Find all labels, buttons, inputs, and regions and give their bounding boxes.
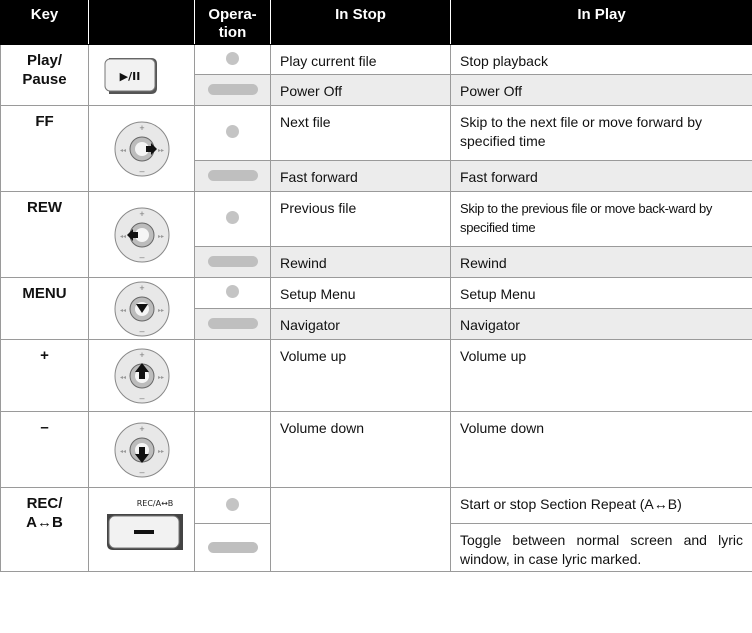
menu-long-stop: Navigator — [270, 308, 451, 340]
key-operation-table: Key Opera- tion In Stop In Play Play/ Pa… — [0, 0, 752, 572]
key-minus: – — [0, 411, 89, 488]
long-press-bar-icon — [194, 246, 271, 278]
volume-up-row: + + – ◂◂ ▸▸ Volume up Volume up — [0, 339, 752, 412]
long-press-bar-icon — [194, 74, 271, 106]
rec-short-row: REC/ A↔B REC/A↔B Start or stop Section R… — [0, 487, 752, 572]
svg-text:◂◂: ◂◂ — [120, 234, 126, 240]
menu-long-play: Navigator — [450, 308, 752, 340]
svg-text:+: + — [139, 123, 144, 133]
ff-short-row: FF + – ◂◂ ▸▸ Next file Skip to the next … — [0, 105, 752, 192]
volume-down-row: – + – ◂◂ ▸▸ Volume down Volume down — [0, 411, 752, 488]
volume-down-play: Volume down — [450, 411, 752, 488]
long-press-bar-icon — [194, 523, 271, 572]
svg-text:▸▸: ▸▸ — [158, 148, 164, 154]
operation-empty — [194, 411, 271, 488]
operation-empty — [194, 339, 271, 412]
svg-text:▸▸: ▸▸ — [158, 375, 164, 381]
svg-text:◂◂: ◂◂ — [120, 308, 126, 314]
svg-text:+: + — [139, 209, 144, 219]
short-press-dot-icon — [194, 277, 271, 309]
header-row: Key Opera- tion In Stop In Play — [0, 0, 752, 45]
play-pause-button-illustration: ▶/II — [88, 44, 195, 106]
key-ff: FF — [0, 105, 89, 192]
svg-text:–: – — [139, 467, 144, 477]
rew-long-play: Rewind — [450, 246, 752, 278]
rew-long-stop: Rewind — [270, 246, 451, 278]
rec-short-play: Start or stop Section Repeat (A↔B) — [450, 487, 752, 524]
rew-short-play: Skip to the previous file or move back-w… — [450, 191, 752, 247]
svg-text:◂◂: ◂◂ — [120, 375, 126, 381]
jog-dial-rew-illustration: + – ◂◂ ▸▸ — [88, 191, 195, 278]
jog-dial-up-illustration: + – ◂◂ ▸▸ — [88, 339, 195, 412]
ff-long-play: Fast forward — [450, 160, 752, 192]
rec-long-play: Toggle between normal screen and lyric w… — [450, 523, 752, 572]
rec-button-illustration: REC/A↔B — [88, 487, 195, 572]
ff-short-stop: Next file — [270, 105, 451, 161]
short-press-dot-icon — [194, 105, 271, 161]
svg-text:–: – — [139, 326, 144, 336]
menu-short-stop: Setup Menu — [270, 277, 451, 309]
key-menu: MENU — [0, 277, 89, 340]
svg-text:–: – — [139, 393, 144, 403]
svg-text:▸▸: ▸▸ — [158, 449, 164, 455]
play-pause-long-play: Power Off — [450, 74, 752, 106]
header-operation: Opera- tion — [194, 0, 271, 45]
ff-short-play: Skip to the next file or move forward by… — [450, 105, 752, 161]
menu-short-play: Setup Menu — [450, 277, 752, 309]
key-play-pause: Play/ Pause — [0, 44, 89, 106]
svg-text:–: – — [139, 252, 144, 262]
header-icon — [88, 0, 195, 45]
jog-dial-down-illustration: + – ◂◂ ▸▸ — [88, 411, 195, 488]
svg-text:▸▸: ▸▸ — [158, 234, 164, 240]
svg-text:▸▸: ▸▸ — [158, 308, 164, 314]
volume-up-play: Volume up — [450, 339, 752, 412]
long-press-bar-icon — [194, 308, 271, 340]
play-pause-short-row: Play/ Pause ▶/II Play current file Stop … — [0, 44, 752, 106]
header-in-stop: In Stop — [270, 0, 451, 45]
ff-long-stop: Fast forward — [270, 160, 451, 192]
jog-dial-ff-illustration: + – ◂◂ ▸▸ — [88, 105, 195, 192]
rew-short-row: REW + – ◂◂ ▸▸ Previous file Skip to the … — [0, 191, 752, 278]
key-rew: REW — [0, 191, 89, 278]
rew-short-stop: Previous file — [270, 191, 451, 247]
play-pause-short-stop: Play current file — [270, 44, 451, 75]
volume-up-stop: Volume up — [270, 339, 451, 412]
svg-text:–: – — [139, 166, 144, 176]
play-pause-short-play: Stop playback — [450, 44, 752, 75]
play-pause-long-stop: Power Off — [270, 74, 451, 106]
long-press-bar-icon — [194, 160, 271, 192]
short-press-dot-icon — [194, 44, 271, 75]
svg-text:+: + — [139, 350, 144, 360]
volume-down-stop: Volume down — [270, 411, 451, 488]
svg-text:◂◂: ◂◂ — [120, 449, 126, 455]
jog-dial-menu-illustration: + – ◂◂ ▸▸ — [88, 277, 195, 340]
svg-text:+: + — [139, 424, 144, 434]
play-pause-button-label: ▶/II — [120, 70, 141, 83]
menu-short-row: MENU + – ◂◂ ▸▸ Setup Menu Setup Menu — [0, 277, 752, 340]
svg-text:◂◂: ◂◂ — [120, 148, 126, 154]
rec-button-caption: REC/A↔B — [137, 499, 174, 508]
header-key: Key — [0, 0, 89, 45]
short-press-dot-icon — [194, 191, 271, 247]
key-rec: REC/ A↔B — [0, 487, 89, 572]
rec-stop — [270, 487, 451, 572]
key-plus: + — [0, 339, 89, 412]
svg-text:+: + — [139, 283, 144, 293]
header-in-play: In Play — [450, 0, 752, 45]
short-press-dot-icon — [194, 487, 271, 524]
